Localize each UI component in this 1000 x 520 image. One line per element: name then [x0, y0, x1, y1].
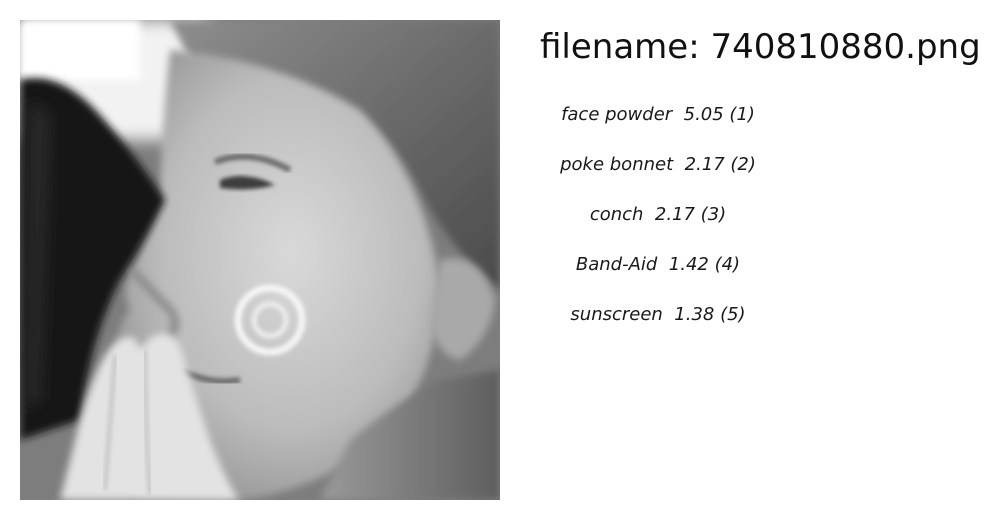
- prediction-item: conch 2.17 (3): [589, 204, 727, 225]
- prediction-item: face powder 5.05 (1): [561, 104, 755, 125]
- filename-label: filename: 740810880.png: [540, 27, 981, 67]
- prediction-item: poke bonnet 2.17 (2): [560, 154, 756, 175]
- prediction-item: Band-Aid 1.42 (4): [575, 254, 741, 275]
- image-panel: [20, 20, 500, 500]
- prediction-list: face powder 5.05 (1) poke bonnet 2.17 (2…: [540, 90, 776, 340]
- face-photo: [20, 20, 500, 500]
- prediction-item: sunscreen 1.38 (5): [570, 304, 746, 325]
